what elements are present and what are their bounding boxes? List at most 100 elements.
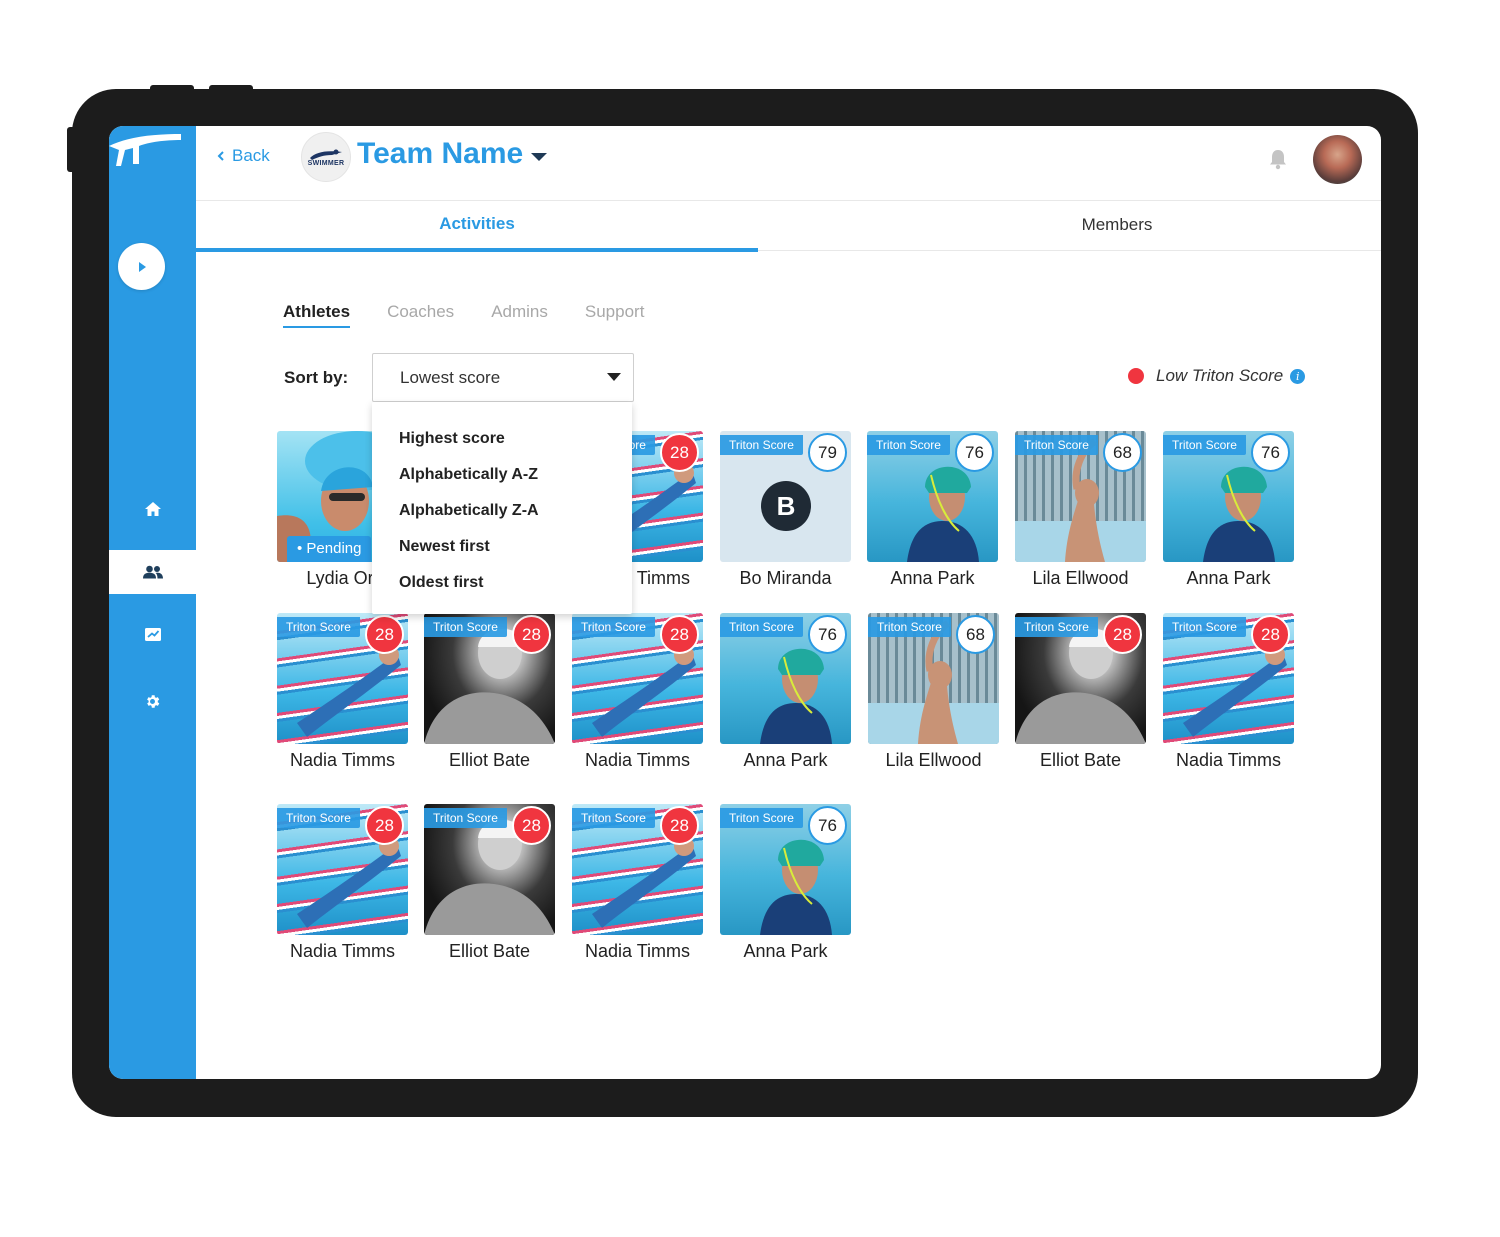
score-badge: 68 xyxy=(1103,433,1142,472)
athlete-name: Nadia Timms xyxy=(584,750,691,770)
pending-badge: • Pending xyxy=(287,536,372,562)
bell-icon[interactable] xyxy=(1268,148,1288,170)
sort-option-highest-score[interactable]: Highest score xyxy=(399,430,505,448)
sidebar-item-analytics[interactable] xyxy=(109,612,196,656)
athlete-card[interactable]: Triton Score 28 Nadia Timms xyxy=(277,804,408,966)
athlete-photo: Triton Score 76 xyxy=(720,613,851,744)
athlete-card[interactable]: Triton Score 76 Anna Park xyxy=(867,431,998,593)
caret-down-icon[interactable] xyxy=(530,152,548,162)
sidebar-item-settings[interactable] xyxy=(109,679,196,723)
score-label: Triton Score xyxy=(424,617,507,637)
athlete-card[interactable]: B Triton Score 79 Bo Miranda xyxy=(720,431,851,593)
tab-members[interactable]: Members xyxy=(836,200,1381,250)
legend-text: Low Triton Score xyxy=(1156,366,1284,385)
play-button[interactable] xyxy=(118,243,165,290)
athlete-card[interactable]: Triton Score 28 Elliot Bate xyxy=(1015,613,1146,775)
athlete-card[interactable]: Triton Score 76 Anna Park xyxy=(720,613,851,775)
athlete-card[interactable]: Triton Score 28 Elliot Bate xyxy=(424,804,555,966)
athlete-name: Nadia Timms xyxy=(584,941,691,961)
athlete-name: Anna Park xyxy=(743,941,828,961)
athlete-photo: B Triton Score 79 xyxy=(720,431,851,562)
subtab-admins[interactable]: Admins xyxy=(491,302,548,328)
main-tabs: Activities Members xyxy=(196,200,1381,252)
athlete-name: Elliot Bate xyxy=(448,941,531,961)
score-badge: 68 xyxy=(956,615,995,654)
score-label: Triton Score xyxy=(868,617,951,637)
sort-option-alpha-az[interactable]: Alphabetically A-Z xyxy=(399,466,538,484)
athlete-photo: Triton Score 28 xyxy=(424,804,555,935)
sort-label: Sort by: xyxy=(284,368,349,387)
sort-option-newest[interactable]: Newest first xyxy=(399,538,490,556)
athlete-card[interactable]: Triton Score 28 Nadia Timms xyxy=(572,613,703,775)
triton-logo xyxy=(109,134,181,166)
score-label: Triton Score xyxy=(277,617,360,637)
athlete-photo: Triton Score 28 xyxy=(277,613,408,744)
sort-value: Lowest score xyxy=(400,368,501,387)
tab-activities[interactable]: Activities xyxy=(196,200,758,252)
athlete-name: Elliot Bate xyxy=(448,750,531,770)
score-label: Triton Score xyxy=(277,808,360,828)
team-name[interactable]: Team Name xyxy=(357,137,523,171)
app-screen: Back SWIMMER Team Name Activities Member xyxy=(109,126,1381,1079)
athlete-photo: Triton Score 28 xyxy=(1163,613,1294,744)
athlete-name: Anna Park xyxy=(743,750,828,770)
score-badge: 28 xyxy=(365,806,404,845)
score-badge: 28 xyxy=(512,806,551,845)
athlete-photo: Triton Score 28 xyxy=(572,613,703,744)
athlete-card[interactable]: Triton Score 28 Nadia Timms xyxy=(1163,613,1294,775)
play-icon xyxy=(138,261,146,272)
legend: Low Triton Score i xyxy=(1128,366,1306,386)
score-label: Triton Score xyxy=(720,435,803,455)
score-label: Triton Score xyxy=(1163,435,1246,455)
main-content: Back SWIMMER Team Name Activities Member xyxy=(196,126,1381,1079)
athlete-card[interactable]: Triton Score 68 Lila Ellwood xyxy=(868,613,999,775)
score-badge: 28 xyxy=(365,615,404,654)
sort-dropdown-menu: Highest score Alphabetically A-Z Alphabe… xyxy=(372,402,632,614)
score-badge: 28 xyxy=(1251,615,1290,654)
score-badge: 76 xyxy=(808,806,847,845)
score-badge: 76 xyxy=(808,615,847,654)
info-icon[interactable]: i xyxy=(1290,368,1306,384)
sort-select[interactable]: Lowest score xyxy=(372,353,634,402)
avatar[interactable] xyxy=(1313,135,1362,184)
back-button[interactable]: Back xyxy=(216,146,270,166)
sort-option-alpha-za[interactable]: Alphabetically Z-A xyxy=(399,502,539,520)
athlete-photo: Triton Score 76 xyxy=(1163,431,1294,562)
athlete-name: Nadia Timms xyxy=(1175,750,1282,770)
athlete-card[interactable]: Triton Score 28 Elliot Bate xyxy=(424,613,555,775)
athlete-photo: Triton Score 28 xyxy=(424,613,555,744)
score-label: Triton Score xyxy=(720,617,803,637)
athlete-name: Nadia Timms xyxy=(289,941,396,961)
subtab-support[interactable]: Support xyxy=(585,302,645,328)
athlete-card[interactable]: Triton Score 68 Lila Ellwood xyxy=(1015,431,1146,593)
people-icon xyxy=(142,565,163,579)
score-label: Triton Score xyxy=(867,435,950,455)
athlete-name: Elliot Bate xyxy=(1039,750,1122,770)
athlete-card[interactable]: Triton Score 76 Anna Park xyxy=(720,804,851,966)
analytics-icon xyxy=(144,627,161,641)
athlete-card[interactable]: Triton Score 28 Nadia Timms xyxy=(277,613,408,775)
score-label: Triton Score xyxy=(1015,617,1098,637)
athlete-card[interactable]: Triton Score 28 Nadia Timms xyxy=(572,804,703,966)
athlete-photo: Triton Score 28 xyxy=(572,804,703,935)
score-label: Triton Score xyxy=(1163,617,1246,637)
sidebar-item-home[interactable] xyxy=(109,487,196,531)
athlete-photo: Triton Score 76 xyxy=(867,431,998,562)
score-badge: 76 xyxy=(1251,433,1290,472)
athlete-name: Anna Park xyxy=(890,568,975,588)
subtab-athletes[interactable]: Athletes xyxy=(283,302,351,328)
score-badge: 28 xyxy=(660,806,699,845)
sidebar-item-members[interactable] xyxy=(109,550,196,594)
score-badge: 79 xyxy=(808,433,847,472)
athlete-photo: Triton Score 76 xyxy=(720,804,851,935)
athlete-card[interactable]: Triton Score 76 Anna Park xyxy=(1163,431,1294,593)
athlete-photo: Triton Score 68 xyxy=(868,613,999,744)
score-label: Triton Score xyxy=(424,808,507,828)
team-logo: SWIMMER xyxy=(301,132,351,182)
caret-down-icon xyxy=(607,373,621,381)
athlete-name: Nadia Timms xyxy=(289,750,396,770)
athlete-name: Anna Park xyxy=(1186,568,1271,588)
sort-option-oldest[interactable]: Oldest first xyxy=(399,574,483,592)
subtab-coaches[interactable]: Coaches xyxy=(387,302,454,328)
home-icon xyxy=(144,502,161,516)
